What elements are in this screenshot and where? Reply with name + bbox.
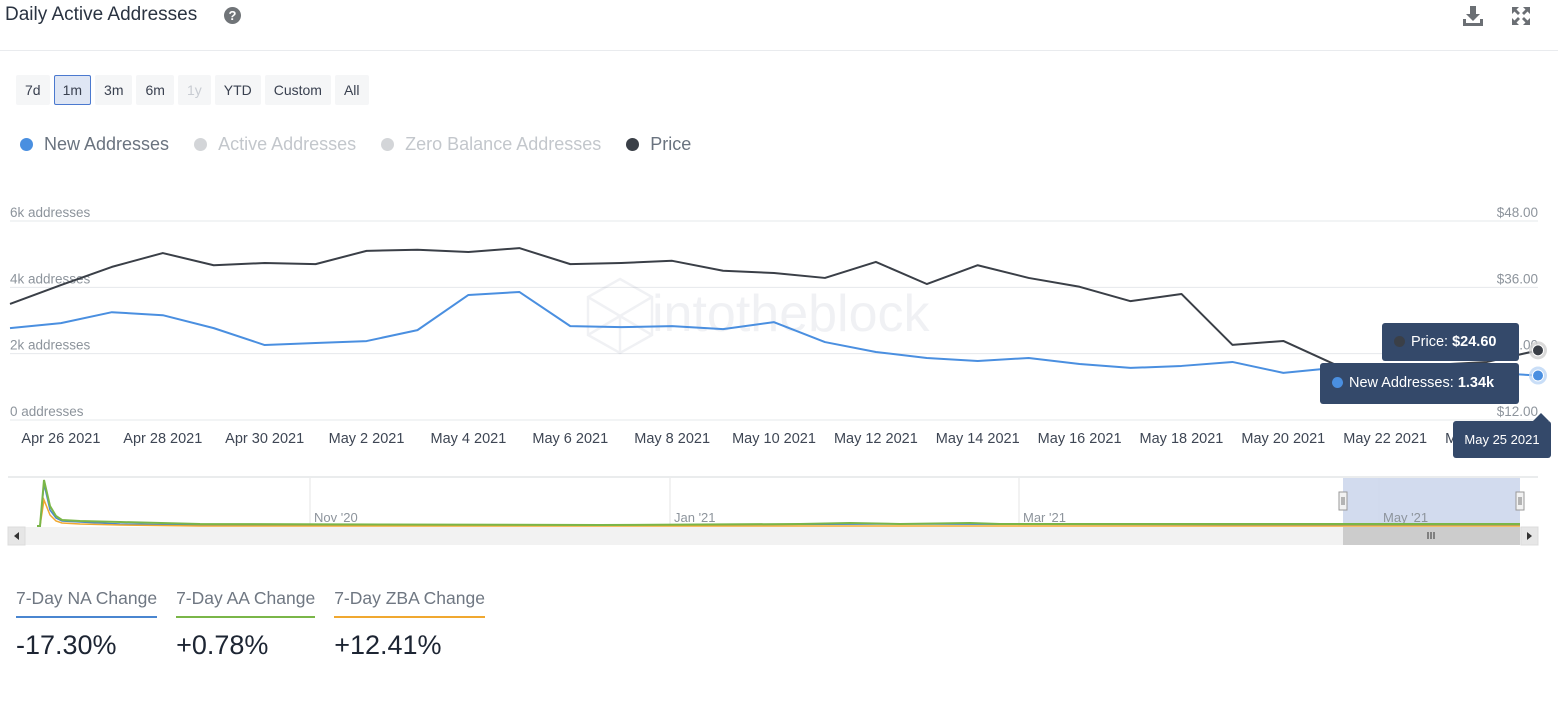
legend-item-active-addresses[interactable]: Active Addresses: [194, 134, 356, 155]
watermark-text: intotheblock: [652, 285, 931, 343]
fullscreen-expand-icon: [1512, 7, 1530, 25]
chart-header: Daily Active Addresses ?: [0, 0, 1558, 51]
legend-dot-icon: [381, 138, 395, 151]
navigator-label: May '21: [1383, 510, 1428, 525]
tooltip-price-label: Price:: [1411, 334, 1449, 350]
x-tick-label: May 12 2021: [834, 431, 918, 447]
download-button[interactable]: [1461, 4, 1485, 28]
question-circle-icon[interactable]: ?: [224, 7, 241, 24]
stat-na-change: 7-Day NA Change -17.30%: [16, 588, 158, 661]
legend-label: Active Addresses: [218, 134, 357, 154]
stat-aa-change: 7-Day AA Change +0.78%: [176, 588, 316, 661]
handle-right-grip[interactable]: [1515, 491, 1525, 511]
stat-label: 7-Day ZBA Change: [334, 588, 485, 618]
navigator[interactable]: Nov '20 Jan '21 Mar '21 May '21: [0, 470, 1558, 550]
scrollbar-track[interactable]: [8, 527, 1538, 545]
tooltip-new-addresses: New Addresses: 1.34k: [1320, 363, 1519, 404]
x-tick-label: May 10 2021: [732, 431, 816, 447]
x-axis: Apr 26 2021 Apr 28 2021 Apr 30 2021 May 2 2…: [21, 431, 1529, 447]
legend-item-price[interactable]: Price: [626, 134, 691, 155]
navigator-selected-range[interactable]: [1343, 478, 1520, 526]
x-tick-label: May 14 2021: [936, 431, 1020, 447]
page-title: Daily Active Addresses: [5, 4, 198, 25]
range-1m-button[interactable]: 1m: [53, 75, 92, 105]
navigator-label: Nov '20: [314, 510, 358, 525]
new-addresses-dot-icon: [1332, 376, 1343, 388]
x-tick-label: May 6 2021: [532, 431, 608, 447]
stats-panel: 7-Day NA Change -17.30% 7-Day AA Change …: [16, 588, 485, 661]
navigator-mini-series: [37, 479, 1520, 527]
main-chart[interactable]: intotheblock 0 addresses2k addresses4k a…: [0, 195, 1558, 460]
legend-item-new-addresses[interactable]: New Addresses: [20, 134, 169, 155]
stat-value: -17.30%: [16, 630, 117, 660]
stat-value: +0.78%: [176, 630, 269, 660]
download-icon: [1463, 6, 1483, 26]
x-tick-label: May 18 2021: [1140, 431, 1224, 447]
navigator-series-aa: [37, 479, 1520, 527]
x-tick-label: May 4 2021: [431, 431, 507, 447]
range-selector: 7d 1m 3m 6m 1y YTD Custom All: [16, 75, 369, 105]
hover-point-new-addresses: [1532, 369, 1544, 382]
tooltip-price: Price: $24.60: [1382, 323, 1519, 361]
range-6m-button[interactable]: 6m: [136, 75, 174, 105]
legend-dot-icon: [626, 138, 640, 151]
x-tick-label: Apr 26 2021: [21, 431, 100, 447]
stat-zba-change: 7-Day ZBA Change +12.41%: [334, 588, 485, 661]
navigator-label: Jan '21: [674, 510, 716, 525]
left-axis: 0 addresses2k addresses4k addresses6k ad…: [10, 205, 91, 419]
tooltip-na-label: New Addresses:: [1349, 375, 1454, 391]
chart-legend: New Addresses Active Addresses Zero Bala…: [20, 134, 716, 155]
left-tick-label: 2k addresses: [10, 338, 91, 353]
legend-dot-icon: [20, 138, 33, 151]
legend-item-zero-balance-addresses[interactable]: Zero Balance Addresses: [381, 134, 601, 155]
range-custom-button[interactable]: Custom: [264, 75, 331, 105]
x-tick-label: Apr 28 2021: [123, 431, 202, 447]
x-tick-label: May 22 2021: [1343, 431, 1427, 447]
right-tick-label: $36.00: [1497, 271, 1538, 286]
navigator-series-zba: [37, 497, 1520, 527]
legend-label: New Addresses: [44, 134, 170, 154]
legend-label: Zero Balance Addresses: [405, 134, 602, 154]
x-tick-label: May 16 2021: [1038, 431, 1122, 447]
navigator-handle-right[interactable]: [1515, 491, 1525, 511]
tooltip-price-value: $24.60: [1452, 334, 1497, 350]
range-ytd-button[interactable]: YTD: [214, 75, 261, 105]
x-tick-label: May 2 2021: [329, 431, 405, 447]
tooltip-na-value: 1.34k: [1457, 375, 1495, 391]
tooltip-date: May 25 2021: [1453, 413, 1551, 458]
hover-point-price: [1532, 344, 1544, 357]
watermark: intotheblock: [586, 277, 931, 355]
stat-value: +12.41%: [334, 630, 442, 660]
price-dot-icon: [1394, 335, 1405, 347]
fullscreen-button[interactable]: [1509, 4, 1533, 28]
x-tick-label: Apr 30 2021: [225, 431, 304, 447]
range-all-button[interactable]: All: [334, 75, 369, 105]
navigator-series-na: [37, 483, 1520, 527]
legend-label: Price: [650, 134, 692, 154]
handle-left-grip[interactable]: [1338, 491, 1348, 511]
right-tick-label: $48.00: [1497, 205, 1538, 220]
stat-label: 7-Day AA Change: [176, 588, 316, 618]
range-1y-button[interactable]: 1y: [177, 75, 211, 105]
range-3m-button[interactable]: 3m: [95, 75, 133, 105]
left-tick-label: 6k addresses: [10, 205, 91, 220]
navigator-grid: [309, 478, 1380, 526]
x-tick-label: May 8 2021: [634, 431, 710, 447]
range-7d-button[interactable]: 7d: [16, 75, 50, 105]
hover-markers: [1529, 341, 1547, 385]
x-tick-label: May 20 2021: [1241, 431, 1325, 447]
navigator-label: Mar '21: [1023, 510, 1066, 525]
legend-dot-icon: [194, 138, 208, 151]
navigator-handle-left[interactable]: [1338, 491, 1348, 511]
stat-label: 7-Day NA Change: [16, 588, 158, 618]
left-tick-label: 0 addresses: [10, 404, 84, 419]
right-tick-label: $12.00: [1497, 404, 1538, 419]
